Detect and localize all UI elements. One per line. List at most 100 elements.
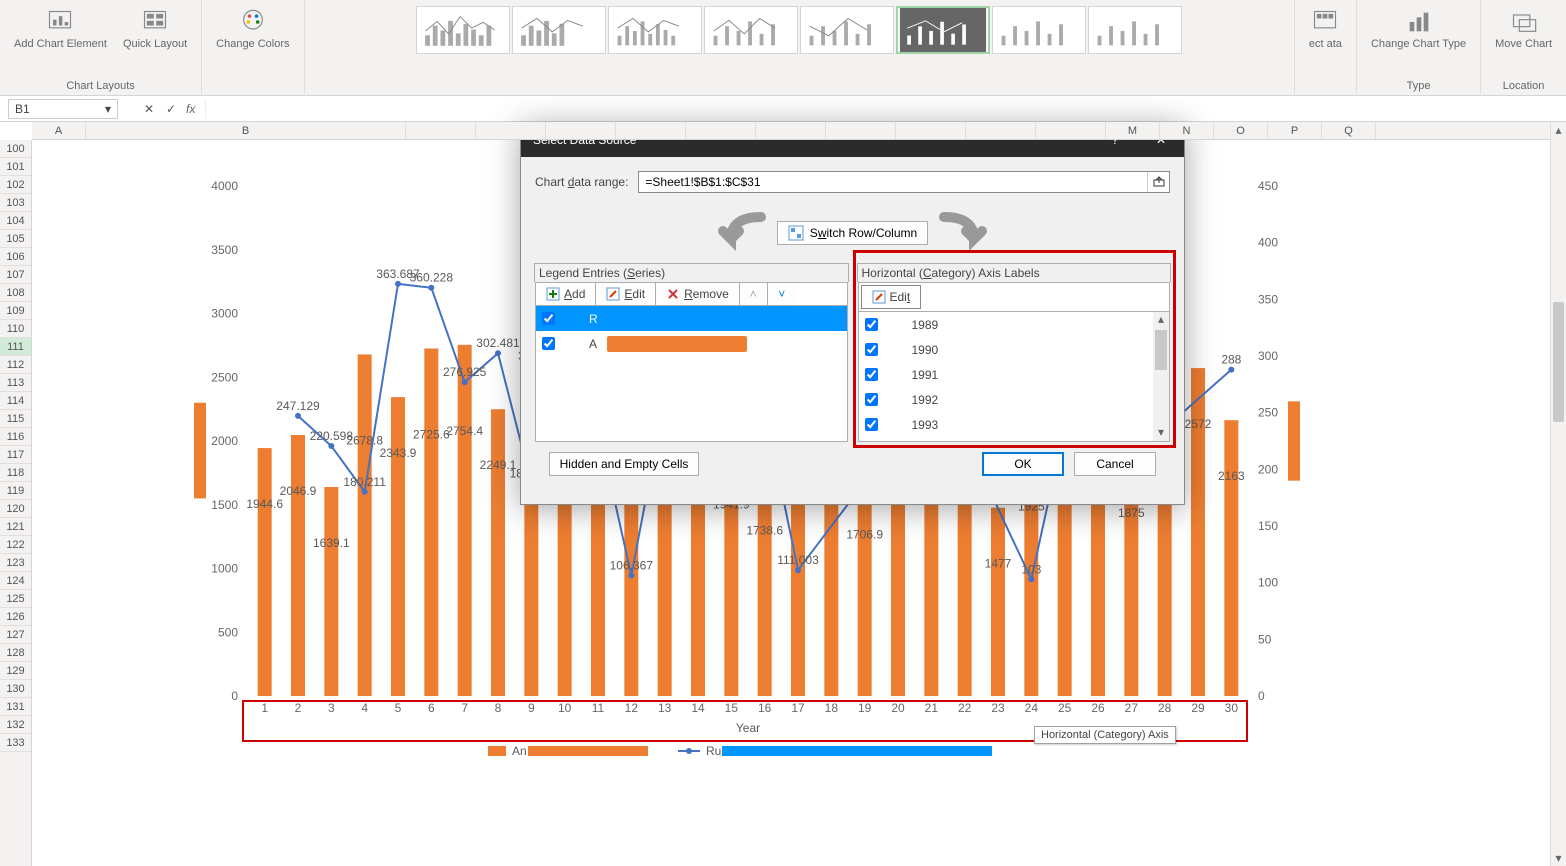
- chart-style-thumb[interactable]: [1088, 6, 1182, 54]
- name-box[interactable]: B1▾: [8, 99, 118, 119]
- svg-text:2572: 2572: [1185, 417, 1212, 431]
- category-list[interactable]: ▴ ▾ 1989 1990 199119921993: [859, 312, 1170, 441]
- svg-text:150: 150: [1258, 519, 1278, 533]
- svg-text:247.129: 247.129: [276, 399, 320, 413]
- range-text-input[interactable]: [639, 172, 1147, 192]
- svg-text:0: 0: [231, 689, 238, 703]
- chart-style-thumb[interactable]: [704, 6, 798, 54]
- scroll-thumb[interactable]: [1155, 330, 1167, 370]
- hidden-empty-cells-button[interactable]: Hidden and Empty Cells: [549, 452, 699, 476]
- group-location: Move Chart Location: [1481, 0, 1566, 96]
- fx-label[interactable]: fx: [182, 102, 199, 116]
- group-chart-layouts: Add Chart Element Quick Layout Chart Lay…: [0, 0, 202, 96]
- category-row[interactable]: 1990: [859, 337, 1170, 362]
- category-row[interactable]: 1992: [859, 387, 1170, 412]
- category-row[interactable]: 1989: [859, 312, 1170, 337]
- svg-text:1875: 1875: [1118, 506, 1145, 520]
- category-edit-button[interactable]: Edit: [861, 285, 922, 309]
- column-headers[interactable]: ABMNOPQ: [32, 122, 1550, 140]
- move-chart-button[interactable]: Move Chart: [1489, 6, 1558, 52]
- svg-text:106.367: 106.367: [610, 558, 654, 572]
- category-checkbox[interactable]: [865, 393, 878, 406]
- series-move-up-button[interactable]: ˄: [740, 283, 768, 305]
- svg-text:1477: 1477: [985, 557, 1012, 571]
- remove-icon: [666, 287, 680, 301]
- svg-text:3000: 3000: [211, 307, 238, 321]
- series-row[interactable]: R: [536, 306, 847, 331]
- scroll-up-arrow[interactable]: ▴: [1551, 122, 1566, 138]
- category-label: 1989: [912, 318, 939, 332]
- series-label: A: [589, 337, 597, 351]
- scroll-thumb[interactable]: [1553, 302, 1564, 422]
- add-chart-element-button[interactable]: Add Chart Element: [8, 6, 113, 52]
- chart-style-thumb[interactable]: [608, 6, 702, 54]
- series-list[interactable]: RA: [536, 306, 847, 441]
- chart-style-thumb[interactable]: [800, 6, 894, 54]
- chart-data-range-label: Chart data range:: [535, 175, 628, 189]
- svg-text:1944.6: 1944.6: [246, 497, 283, 511]
- scroll-up-icon[interactable]: ▴: [1153, 312, 1169, 328]
- svg-text:An: An: [512, 744, 527, 758]
- category-checkbox[interactable]: [865, 368, 878, 381]
- select-data-button[interactable]: ect ata: [1303, 6, 1348, 52]
- chart-data-range-input[interactable]: [638, 171, 1170, 193]
- svg-text:220.598: 220.598: [310, 429, 354, 443]
- category-checkbox[interactable]: [865, 418, 878, 431]
- svg-text:302.481: 302.481: [476, 336, 520, 350]
- svg-text:450: 450: [1258, 179, 1278, 193]
- change-colors-button[interactable]: Change Colors: [210, 6, 295, 52]
- quick-layout-button[interactable]: Quick Layout: [117, 6, 193, 52]
- change-chart-type-button[interactable]: Change Chart Type: [1365, 6, 1472, 52]
- chart-style-thumb[interactable]: [992, 6, 1086, 54]
- vertical-scrollbar[interactable]: ▴ ▾: [1550, 122, 1566, 866]
- scroll-down-icon[interactable]: ▾: [1153, 425, 1169, 441]
- edit-icon: [606, 287, 620, 301]
- category-scrollbar[interactable]: ▴ ▾: [1153, 312, 1169, 441]
- category-label: 1990: [912, 343, 939, 357]
- add-icon: [546, 287, 560, 301]
- switch-row-column-button[interactable]: Switch Row/Column: [777, 221, 928, 245]
- svg-text:350: 350: [1258, 292, 1278, 306]
- category-checkbox[interactable]: [865, 318, 878, 331]
- svg-text:360.228: 360.228: [410, 271, 454, 285]
- cancel-formula-icon[interactable]: ✕: [138, 102, 160, 116]
- formula-input[interactable]: [205, 99, 1566, 119]
- series-add-button[interactable]: Add: [536, 283, 596, 305]
- chevron-down-icon[interactable]: ▾: [105, 102, 111, 116]
- switch-icon: [788, 225, 804, 241]
- cancel-button[interactable]: Cancel: [1074, 452, 1156, 476]
- group-label-chart-layouts: Chart Layouts: [66, 78, 134, 96]
- series-move-down-button[interactable]: ˅: [768, 283, 796, 305]
- series-checkbox[interactable]: [542, 312, 555, 325]
- category-checkbox[interactable]: [865, 343, 878, 356]
- svg-text:1000: 1000: [211, 562, 238, 576]
- series-row[interactable]: A: [536, 331, 847, 356]
- chart-style-thumb[interactable]: [512, 6, 606, 54]
- svg-text:250: 250: [1258, 406, 1278, 420]
- svg-text:500: 500: [218, 625, 238, 639]
- legend-entries-panel: Legend Entries (Series) Add Edit Remove …: [535, 264, 848, 442]
- category-row[interactable]: 1993: [859, 412, 1170, 437]
- group-chart-styles: [305, 0, 1295, 96]
- series-checkbox[interactable]: [542, 337, 555, 350]
- svg-text:200: 200: [1258, 462, 1278, 476]
- collapse-dialog-icon[interactable]: [1147, 172, 1169, 192]
- formula-bar: B1▾ ✕ ✓ fx: [0, 96, 1566, 122]
- svg-text:Ru: Ru: [706, 744, 721, 758]
- svg-text:1639.1: 1639.1: [313, 536, 350, 550]
- ok-button[interactable]: OK: [982, 452, 1064, 476]
- row-headers[interactable]: 1001011021031041051061071081091101111121…: [0, 140, 32, 866]
- svg-text:2754.4: 2754.4: [446, 424, 483, 438]
- group-type: Change Chart Type Type: [1357, 0, 1481, 96]
- scroll-down-arrow[interactable]: ▾: [1551, 850, 1566, 866]
- chart-style-thumb-selected[interactable]: [896, 6, 990, 54]
- svg-text:288: 288: [1221, 353, 1241, 367]
- series-edit-button[interactable]: Edit: [596, 283, 656, 305]
- category-row[interactable]: 1991: [859, 362, 1170, 387]
- enter-formula-icon[interactable]: ✓: [160, 102, 182, 116]
- chart-style-thumb[interactable]: [416, 6, 510, 54]
- axis-tooltip: Horizontal (Category) Axis: [1034, 726, 1176, 744]
- series-remove-button[interactable]: Remove: [656, 283, 740, 305]
- svg-text:3500: 3500: [211, 243, 238, 257]
- svg-text:2163: 2163: [1218, 469, 1245, 483]
